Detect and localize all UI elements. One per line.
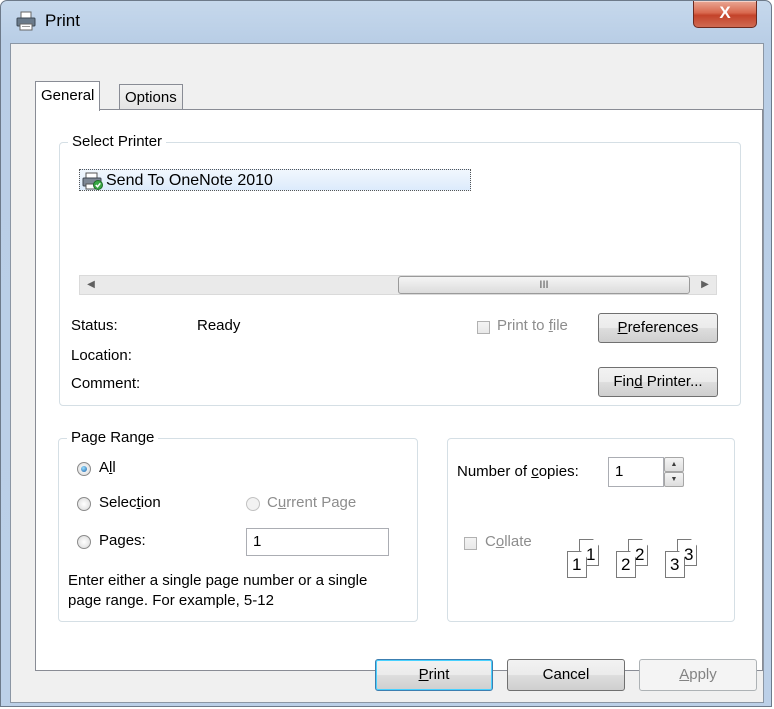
status-value: Ready — [197, 317, 241, 334]
tab-general[interactable]: General — [35, 81, 101, 111]
all-label: All — [99, 459, 116, 476]
print-button[interactable]: Print — [375, 659, 493, 691]
collate-page-number: 1 — [572, 555, 582, 574]
printer-name: Send To OneNote 2010 — [106, 172, 273, 189]
scroll-left-icon[interactable]: ◀ — [82, 276, 100, 294]
copies-input[interactable]: 1 — [608, 457, 664, 487]
collate-page-number: 2 — [635, 545, 645, 564]
printer-list-item[interactable]: Send To OneNote 2010 — [79, 169, 471, 191]
location-label: Location: — [71, 347, 132, 364]
pages-label: Pages: — [99, 532, 146, 549]
close-button[interactable]: X — [693, 1, 757, 28]
all-radio[interactable] — [77, 462, 91, 476]
collate-page-number: 3 — [670, 555, 680, 574]
pages-radio[interactable] — [77, 535, 91, 549]
collate-page-number: 2 — [621, 555, 631, 574]
collate-checkbox[interactable] — [464, 537, 477, 550]
print-dialog-window: Print X General Options Select Printer S… — [0, 0, 772, 707]
collate-label: Collate — [485, 533, 532, 550]
title-bar[interactable]: Print X — [1, 1, 771, 43]
printer-list-scrollbar[interactable]: ◀ III ▶ — [79, 275, 717, 295]
copies-spin-down-icon[interactable]: ▼ — [664, 472, 684, 487]
pages-input[interactable]: 1 — [246, 528, 389, 556]
copies-spin-up-icon[interactable]: ▲ — [664, 457, 684, 472]
window-title: Print — [45, 11, 80, 30]
printer-list[interactable]: Send To OneNote 2010 — [79, 169, 473, 193]
onenote-printer-icon — [82, 172, 103, 190]
scrollbar-thumb[interactable]: III — [398, 276, 690, 294]
status-label: Status: — [71, 317, 118, 334]
collate-page-number: 3 — [684, 545, 694, 564]
cancel-button[interactable]: Cancel — [507, 659, 625, 691]
number-of-copies-label: Number of copies: — [457, 463, 579, 480]
printer-icon — [16, 11, 36, 31]
comment-label: Comment: — [71, 375, 141, 392]
selection-label: Selection — [99, 494, 161, 511]
selection-radio[interactable] — [77, 497, 91, 511]
select-printer-label: Select Printer — [68, 133, 167, 150]
collate-page-number: 1 — [586, 545, 596, 564]
page-range-help-line-1: Enter either a single page number or a s… — [68, 572, 368, 589]
current-page-radio[interactable] — [246, 497, 260, 511]
scroll-right-icon[interactable]: ▶ — [696, 276, 714, 294]
page-range-label: Page Range — [67, 429, 159, 446]
page-range-help-line-2: page range. For example, 5-12 — [68, 592, 274, 609]
apply-button[interactable]: Apply — [639, 659, 757, 691]
print-to-file-label: Print to file — [497, 317, 568, 334]
print-to-file-checkbox[interactable] — [477, 321, 490, 334]
current-page-label: Current Page — [267, 494, 357, 511]
preferences-button[interactable]: Preferences — [598, 313, 718, 343]
tab-options[interactable]: Options — [119, 84, 183, 110]
find-printer-button[interactable]: Find Printer... — [598, 367, 718, 397]
